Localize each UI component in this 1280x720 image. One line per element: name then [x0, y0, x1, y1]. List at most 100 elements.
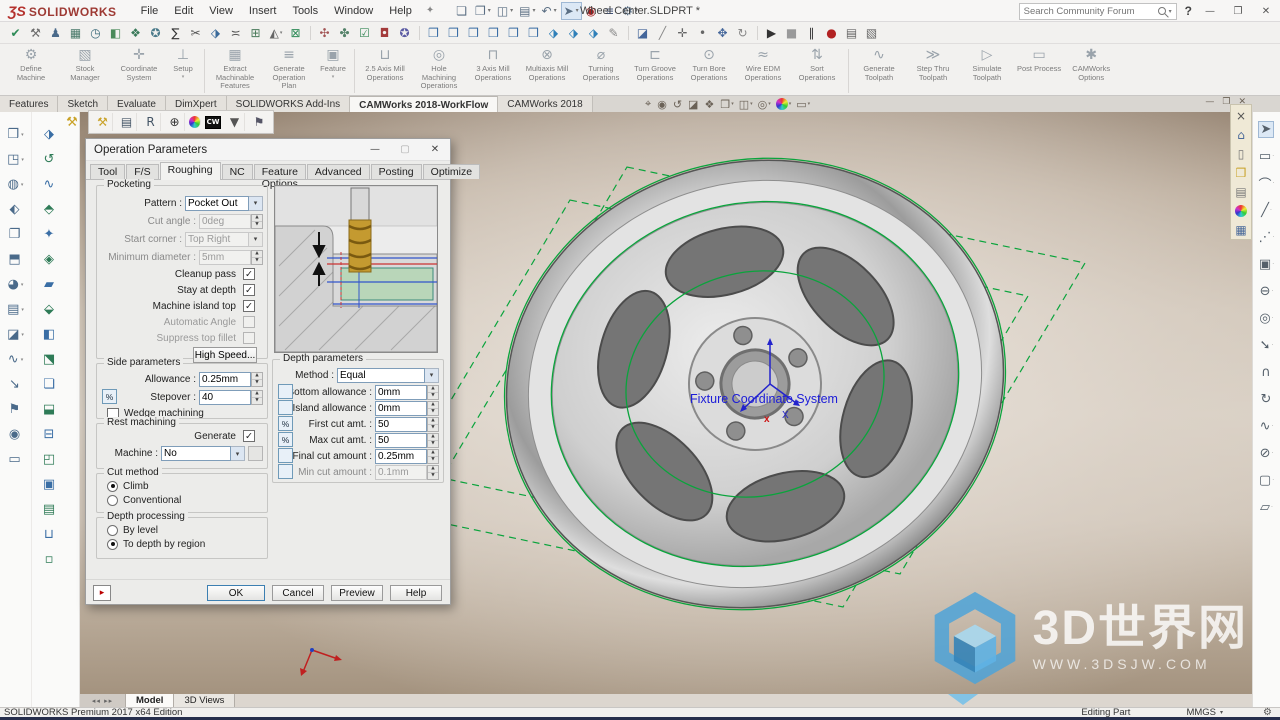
percent-toggle-button[interactable]: [278, 464, 293, 479]
left-toolbar-icon[interactable]: ✦: [44, 222, 55, 247]
radio-button[interactable]: [107, 525, 118, 536]
menu-item[interactable]: View: [201, 0, 241, 22]
sketch-tool-icon[interactable]: ∩: [1261, 359, 1272, 386]
model-tab[interactable]: Model: [126, 694, 174, 707]
dialog-close-button[interactable]: ✕: [420, 144, 450, 155]
field-input[interactable]: 0.25mm: [375, 449, 427, 464]
commandmanager-tab[interactable]: Features: [0, 96, 58, 112]
toolbar-icon[interactable]: ◭ ▾: [266, 24, 286, 42]
percent-toggle-button[interactable]: [278, 400, 293, 415]
dialog-button[interactable]: Preview: [331, 585, 383, 601]
ribbon-button[interactable]: ⊓ 3 Axis Mill Operations: [466, 46, 520, 82]
ribbon-button[interactable]: ≡ Generate Operation Plan: [262, 46, 316, 91]
toolbar-icon[interactable]: ❖: [126, 24, 146, 42]
toolbar-icon[interactable]: ◪: [633, 24, 653, 42]
quick-access-button[interactable]: ➤ ▾: [561, 2, 582, 20]
toolbar-icon[interactable]: ≍: [226, 24, 246, 42]
commandmanager-tab[interactable]: CAMWorks 2018: [498, 96, 592, 112]
sketch-tool-icon[interactable]: ↻: [1261, 386, 1273, 413]
toolbar-icon[interactable]: ✔: [6, 24, 26, 42]
ribbon-button[interactable]: ▣ Feature ▾: [316, 46, 350, 80]
percent-toggle-button[interactable]: %: [278, 416, 293, 431]
left-toolbar-icon[interactable]: ⬘: [44, 197, 54, 222]
combo-arrow-icon[interactable]: [425, 368, 439, 383]
restore-button[interactable]: ❐: [1228, 6, 1248, 17]
ribbon-button[interactable]: ⊥ Setup ▾: [166, 46, 200, 80]
menu-item[interactable]: Edit: [166, 0, 201, 22]
toolbar-icon[interactable]: ↻: [733, 24, 753, 42]
quick-access-button[interactable]: ≡: [602, 3, 618, 19]
left-toolbar-icon[interactable]: ⬔: [43, 347, 55, 372]
radio-button[interactable]: [107, 539, 118, 550]
menu-item[interactable]: File: [133, 0, 167, 22]
left-toolbar-icon[interactable]: ◧: [43, 322, 55, 347]
allowance-input[interactable]: 0.25mm: [199, 372, 251, 387]
task-pane-icon[interactable]: ◕: [1235, 201, 1247, 220]
sketch-tool-icon[interactable]: ▭ ·: [1259, 143, 1274, 170]
dialog-tab[interactable]: Roughing: [160, 162, 221, 180]
search-input[interactable]: [1024, 6, 1158, 17]
spinner[interactable]: [427, 449, 439, 464]
close-button[interactable]: ✕: [1256, 6, 1276, 17]
left-toolbar-icon[interactable]: ◳ ▾: [7, 147, 24, 172]
dialog-tab[interactable]: Feature Options: [254, 164, 306, 179]
toolbar-icon[interactable]: ╱: [653, 24, 673, 42]
view-toolbar-icon[interactable]: ◪: [688, 98, 699, 111]
field-input[interactable]: 0mm: [375, 401, 427, 416]
ribbon-button[interactable]: ✱ CAMWorks Options: [1064, 46, 1118, 82]
ribbon-button[interactable]: ▦ Extract Machinable Features: [208, 46, 262, 91]
doc-minimize-button[interactable]: —: [1205, 97, 1214, 107]
task-pane-icon[interactable]: ❒: [1236, 163, 1247, 182]
left-toolbar-icon[interactable]: ◉: [9, 422, 22, 447]
combo-arrow-icon[interactable]: [231, 446, 245, 461]
search-box[interactable]: ▾: [1019, 3, 1177, 20]
toolbar-icon[interactable]: ✛: [673, 24, 693, 42]
percent-toggle-button[interactable]: %: [278, 432, 293, 447]
toolbar-icon[interactable]: ✥: [713, 24, 733, 42]
dialog-maximize-button[interactable]: ▢: [390, 144, 420, 155]
percent-toggle-button[interactable]: [278, 384, 293, 399]
toolbar-icon[interactable]: •: [693, 24, 713, 42]
toolbar-icon[interactable]: ◧: [106, 24, 126, 42]
radio-button[interactable]: [107, 481, 118, 492]
left-toolbar-icon[interactable]: ◈: [44, 247, 54, 272]
toolbar-icon[interactable]: ∥: [802, 24, 822, 42]
tab-scroll-buttons[interactable]: ◂◂ ▸▸: [80, 694, 126, 707]
checkbox[interactable]: ✓: [243, 300, 255, 312]
toolbar-icon[interactable]: ⬗: [584, 24, 604, 42]
ribbon-button[interactable]: ≫ Step Thru Toolpath: [906, 46, 960, 82]
toolbar-icon[interactable]: ✂: [186, 24, 206, 42]
combo-arrow-icon[interactable]: [249, 232, 263, 247]
ribbon-button[interactable]: ⊔ 2.5 Axis Mill Operations: [358, 46, 412, 82]
radio-button[interactable]: [107, 495, 118, 506]
left-toolbar-icon[interactable]: ▫: [45, 547, 54, 572]
checkbox[interactable]: [243, 316, 255, 328]
dialog-tab[interactable]: NC: [222, 164, 253, 179]
high-speed-button[interactable]: High Speed...: [193, 347, 257, 363]
dialog-minimize-button[interactable]: —: [360, 144, 390, 155]
toolbar-icon[interactable]: ⬗: [564, 24, 584, 42]
left-toolbar-icon[interactable]: ↘: [9, 372, 22, 397]
toolbar-icon[interactable]: ▤: [842, 24, 862, 42]
menu-item[interactable]: Tools: [284, 0, 326, 22]
ribbon-button[interactable]: ▧ Stock Manager: [58, 46, 112, 82]
toolbar-icon[interactable]: ❒: [424, 24, 444, 42]
left-toolbar-icon[interactable]: ⬖: [10, 197, 22, 222]
search-icon[interactable]: [1158, 7, 1166, 15]
left-toolbar-icon[interactable]: ❐: [9, 222, 23, 247]
checkbox[interactable]: ✓: [243, 268, 255, 280]
toolbar-icon[interactable]: ⬗: [544, 24, 564, 42]
left-toolbar-icon[interactable]: ▤ ▾: [7, 297, 24, 322]
quick-access-button[interactable]: ◫ ▾: [495, 3, 515, 19]
toolbar-icon[interactable]: ■: [782, 24, 802, 42]
generate-checkbox[interactable]: ✓: [243, 430, 255, 442]
dialog-tab[interactable]: Optimize: [423, 164, 480, 179]
left-toolbar-icon[interactable]: ◍ ▾: [8, 172, 24, 197]
percent-toggle-button[interactable]: [278, 448, 293, 463]
left-toolbar-icon[interactable]: ∿: [44, 172, 55, 197]
sketch-tool-icon[interactable]: ▱ ·: [1260, 494, 1273, 521]
floating-toolbar-icon[interactable]: ⚒: [93, 113, 113, 131]
toolbar-icon[interactable]: ◷: [86, 24, 106, 42]
toolbar-icon[interactable]: ☑: [355, 24, 375, 42]
sketch-tool-icon[interactable]: ▢ ·: [1259, 467, 1274, 494]
